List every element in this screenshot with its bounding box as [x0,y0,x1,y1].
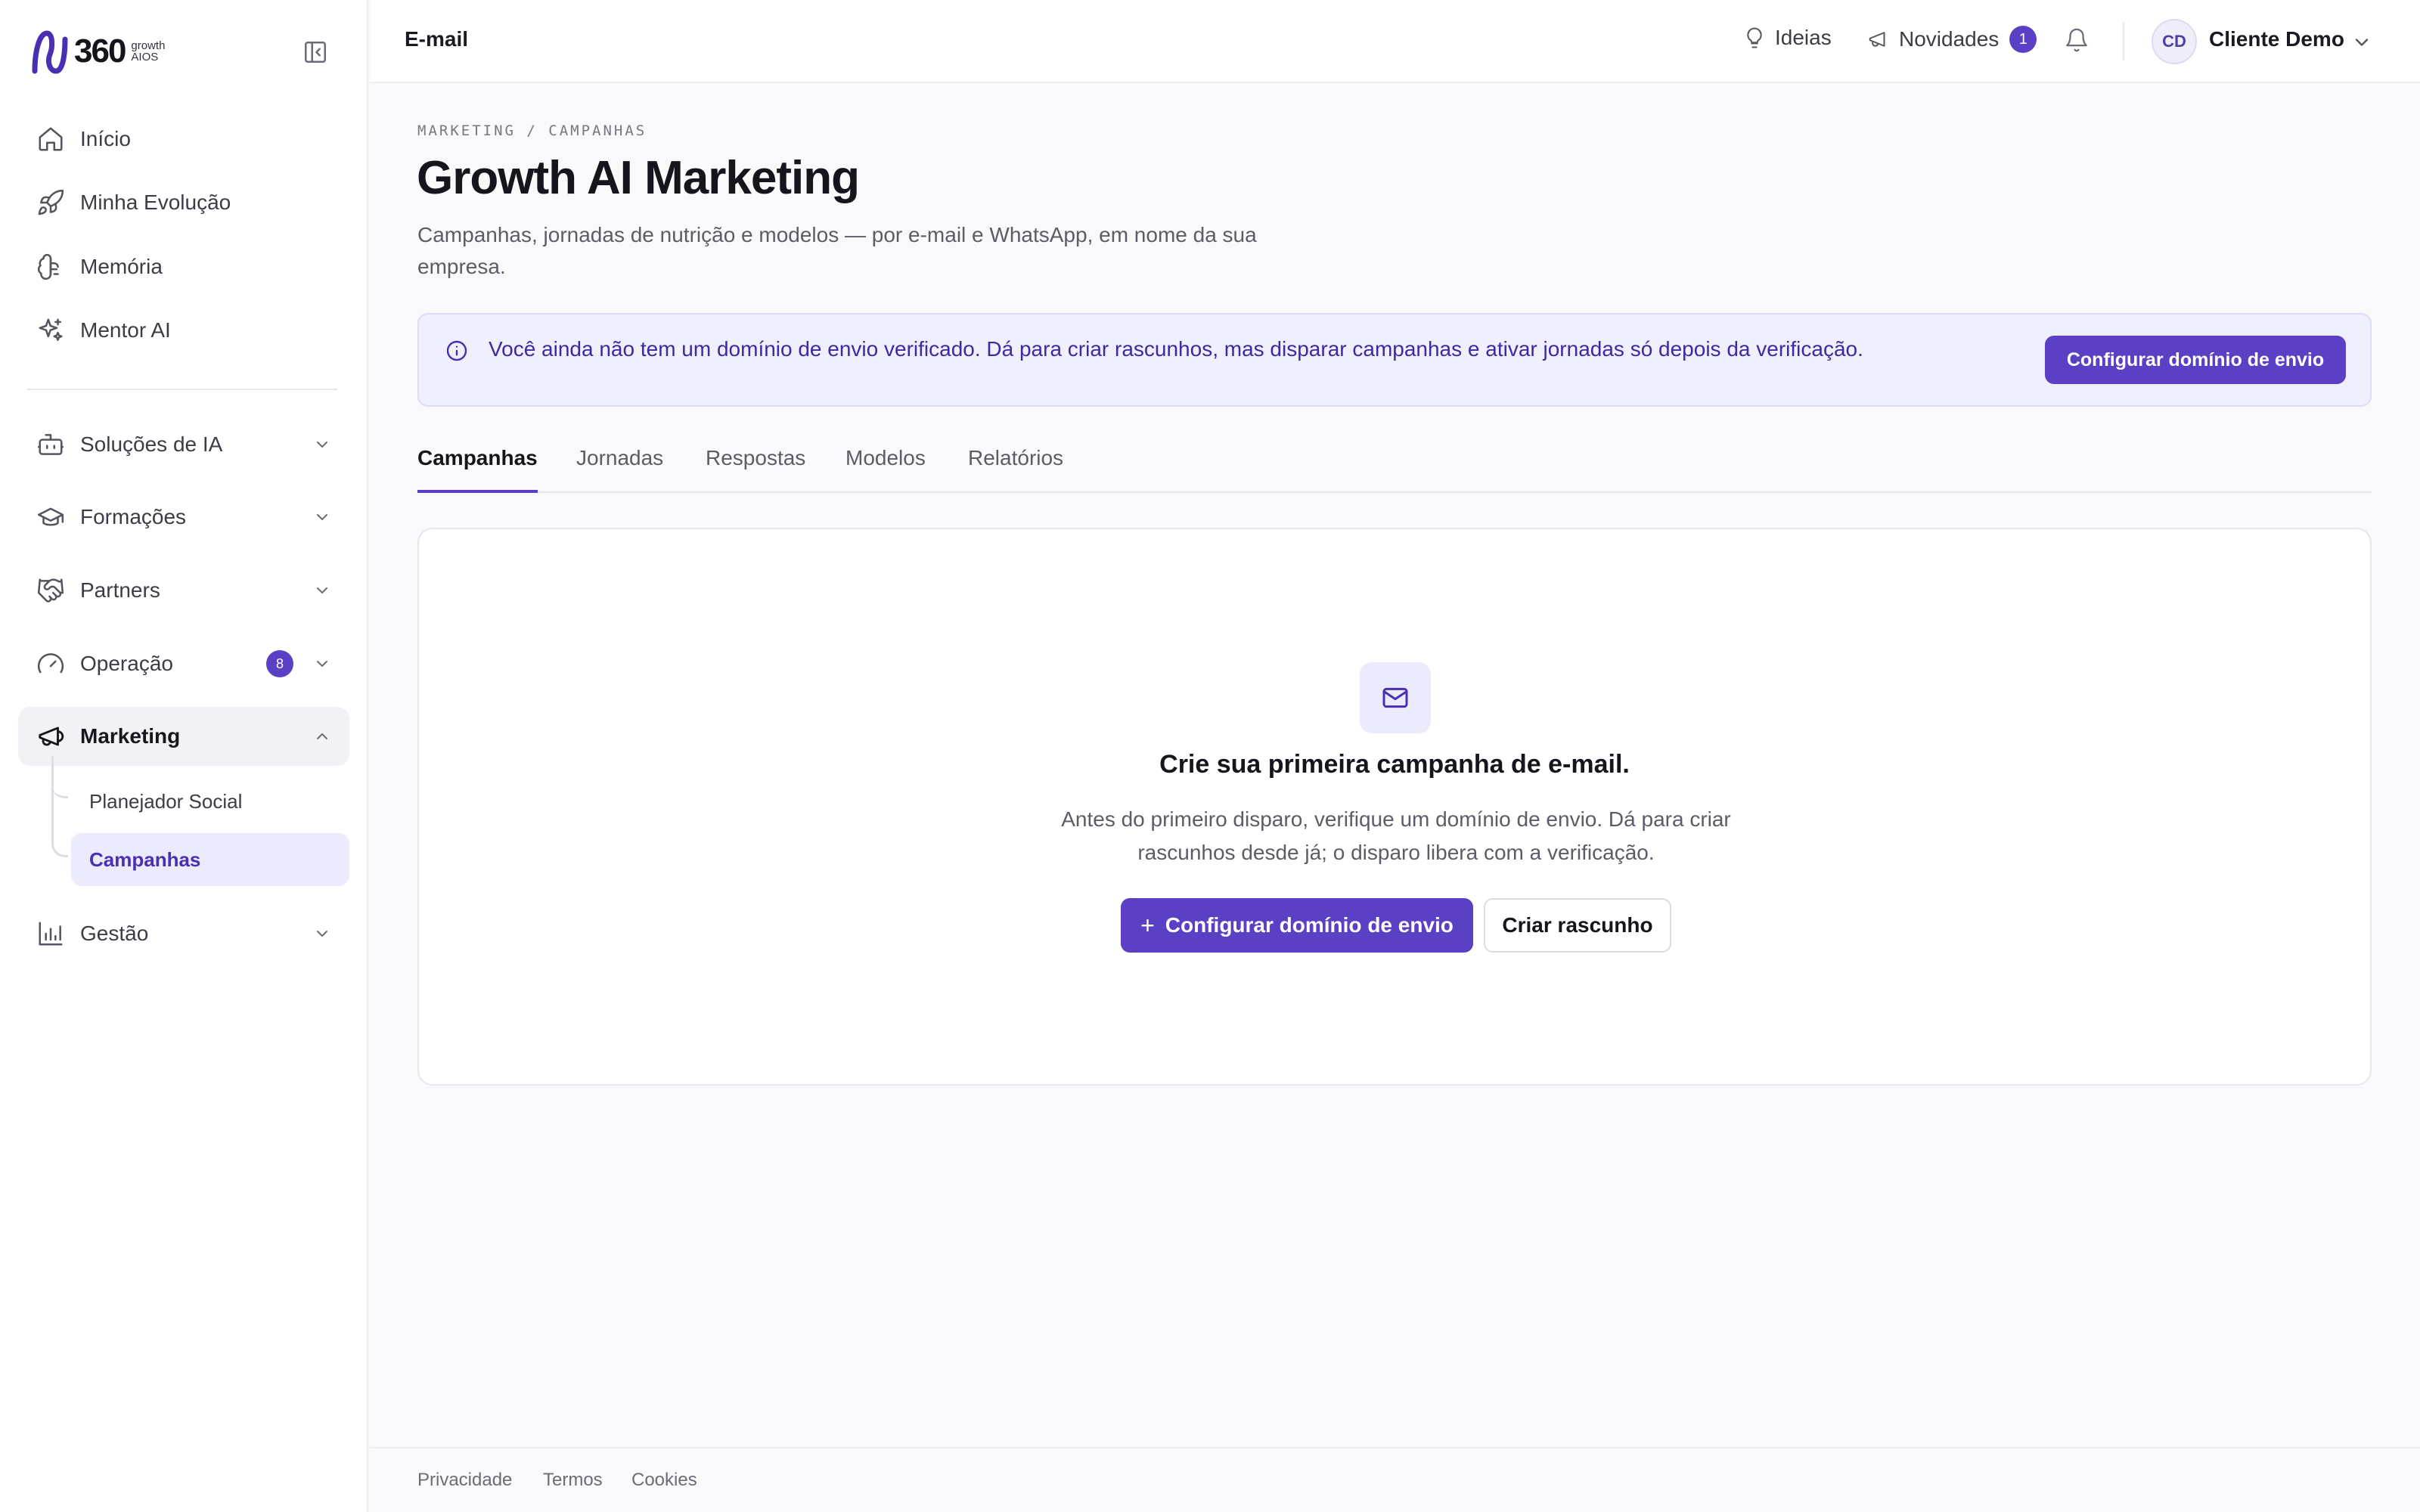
brand-logo[interactable]: 360 growth AIOS [30,29,165,74]
footer-link-cookies[interactable]: Cookies [631,1470,697,1491]
page-title: Growth AI Marketing [417,152,860,204]
logo-line-2: AIOS [131,51,159,64]
graduation-cap-icon [37,507,64,526]
ideas-label: Ideias [1775,26,1832,49]
sidebar-item-solucoes-de-ia[interactable]: Soluções de IA [18,415,349,474]
sidebar-item-label: Soluções de IA [80,432,223,456]
configure-domain-primary-button[interactable]: + Configurar domínio de envio [1121,898,1473,953]
logo-mark-icon [32,30,68,74]
configure-domain-button[interactable]: Configurar domínio de envio [2045,336,2346,384]
sidebar-item-label: Início [80,127,131,150]
sidebar-item-label: Formações [80,505,187,528]
domain-warning-alert: Você ainda não tem um domínio de envio v… [417,313,2372,407]
tab-respostas[interactable]: Respostas [706,446,805,493]
tab-jornadas[interactable]: Jornadas [576,446,663,493]
sidebar-divider [27,389,337,390]
rocket-icon [38,189,64,215]
sidebar-subitem-label: Campanhas [89,847,201,871]
sidebar-collapse-icon[interactable] [302,39,328,65]
news-label: Novidades [1899,27,2000,51]
info-icon [446,340,467,361]
sidebar-item-inicio[interactable]: Início [18,110,349,169]
footer-link-privacidade[interactable]: Privacidade [417,1470,512,1491]
sidebar-item-operacao[interactable]: Operação 8 [18,634,349,693]
sidebar-item-label: Minha Evolução [80,191,231,214]
page-section-title: E-mail [405,27,469,51]
brain-icon [37,253,59,280]
empty-state-title: Crie sua primeira campanha de e-mail. [1159,750,1630,779]
chevron-down-icon [317,587,327,593]
ideas-link[interactable]: Ideias [1743,26,1832,50]
plus-icon: + [1140,911,1155,939]
footer-link-termos[interactable]: Termos [543,1470,603,1491]
sidebar-subitem-planejador-social[interactable]: Planejador Social [71,775,349,828]
sidebar-item-label: Mentor AI [80,318,171,342]
bar-chart-icon [39,922,63,946]
tab-modelos[interactable]: Modelos [845,446,926,493]
notification-badge: 8 [266,650,293,677]
chevron-down-icon [317,661,327,667]
handshake-icon [37,578,64,603]
news-count-badge: 1 [2009,26,2037,53]
sidebar-subitem-label: Planejador Social [89,789,243,813]
empty-state-icon-box [1360,662,1431,733]
chevron-down-icon [317,442,327,448]
sidebar-item-minha-evolucao[interactable]: Minha Evolução [18,173,349,232]
sidebar: 360 growth AIOS Início Minha Evolução Me… [0,0,368,1512]
gauge-icon [37,653,64,674]
chevron-down-icon[interactable] [2351,32,2372,53]
sidebar-item-partners[interactable]: Partners [18,561,349,620]
page-description: Campanhas, jornadas de nutrição e modelo… [417,223,1257,278]
user-name[interactable]: Cliente Demo [2209,27,2344,51]
sidebar-item-label: Operação [80,652,173,675]
bell-icon[interactable] [2064,27,2090,53]
megaphone-icon [1869,32,1885,47]
create-draft-button[interactable]: Criar rascunho [1484,898,1671,953]
tab-campanhas[interactable]: Campanhas [417,446,538,493]
alert-message: Você ainda não tem um domínio de envio v… [489,337,1863,361]
top-bar: E-mail Ideias Novidades 1 CD Cliente Dem… [370,0,2420,83]
empty-state-card: Crie sua primeira campanha de e-mail. An… [417,528,2372,1086]
home-icon [39,127,63,151]
sidebar-item-mentor-ai[interactable]: Mentor AI [18,301,349,360]
sidebar-item-memoria[interactable]: Memória [18,237,349,296]
logo-number: 360 [74,33,126,70]
chevron-down-icon [317,514,327,520]
megaphone-icon [39,727,64,746]
sparkles-icon [39,318,63,341]
chevron-up-icon [317,733,327,739]
mail-icon [1382,687,1408,708]
logo-subtitle: growth AIOS [131,40,165,63]
tab-relatorios[interactable]: Relatórios [968,446,1063,493]
avatar[interactable]: CD [2152,19,2197,64]
news-link[interactable]: Novidades 1 [1867,26,2037,53]
chevron-down-icon [317,931,327,937]
empty-state-description: Antes do primeiro disparo, verifique um … [1061,807,1731,864]
topbar-divider [2123,23,2124,60]
breadcrumb: MARKETING / CAMPANHAS [417,122,647,139]
sidebar-item-label: Marketing [80,724,181,748]
tree-connector [51,756,68,798]
footer: Privacidade Termos Cookies [370,1447,2420,1512]
sidebar-item-gestao[interactable]: Gestão [18,904,349,963]
sidebar-item-formacoes[interactable]: Formações [18,488,349,547]
lightbulb-icon [1747,27,1762,48]
button-label: Configurar domínio de envio [1165,913,1454,937]
sidebar-item-label: Memória [80,255,163,278]
tabs: Campanhas Jornadas Respostas Modelos Rel… [417,443,2372,493]
sidebar-subitem-campanhas[interactable]: Campanhas [71,833,349,886]
sidebar-item-label: Partners [80,578,160,602]
bot-icon [37,434,64,455]
sidebar-item-label: Gestão [80,922,149,945]
